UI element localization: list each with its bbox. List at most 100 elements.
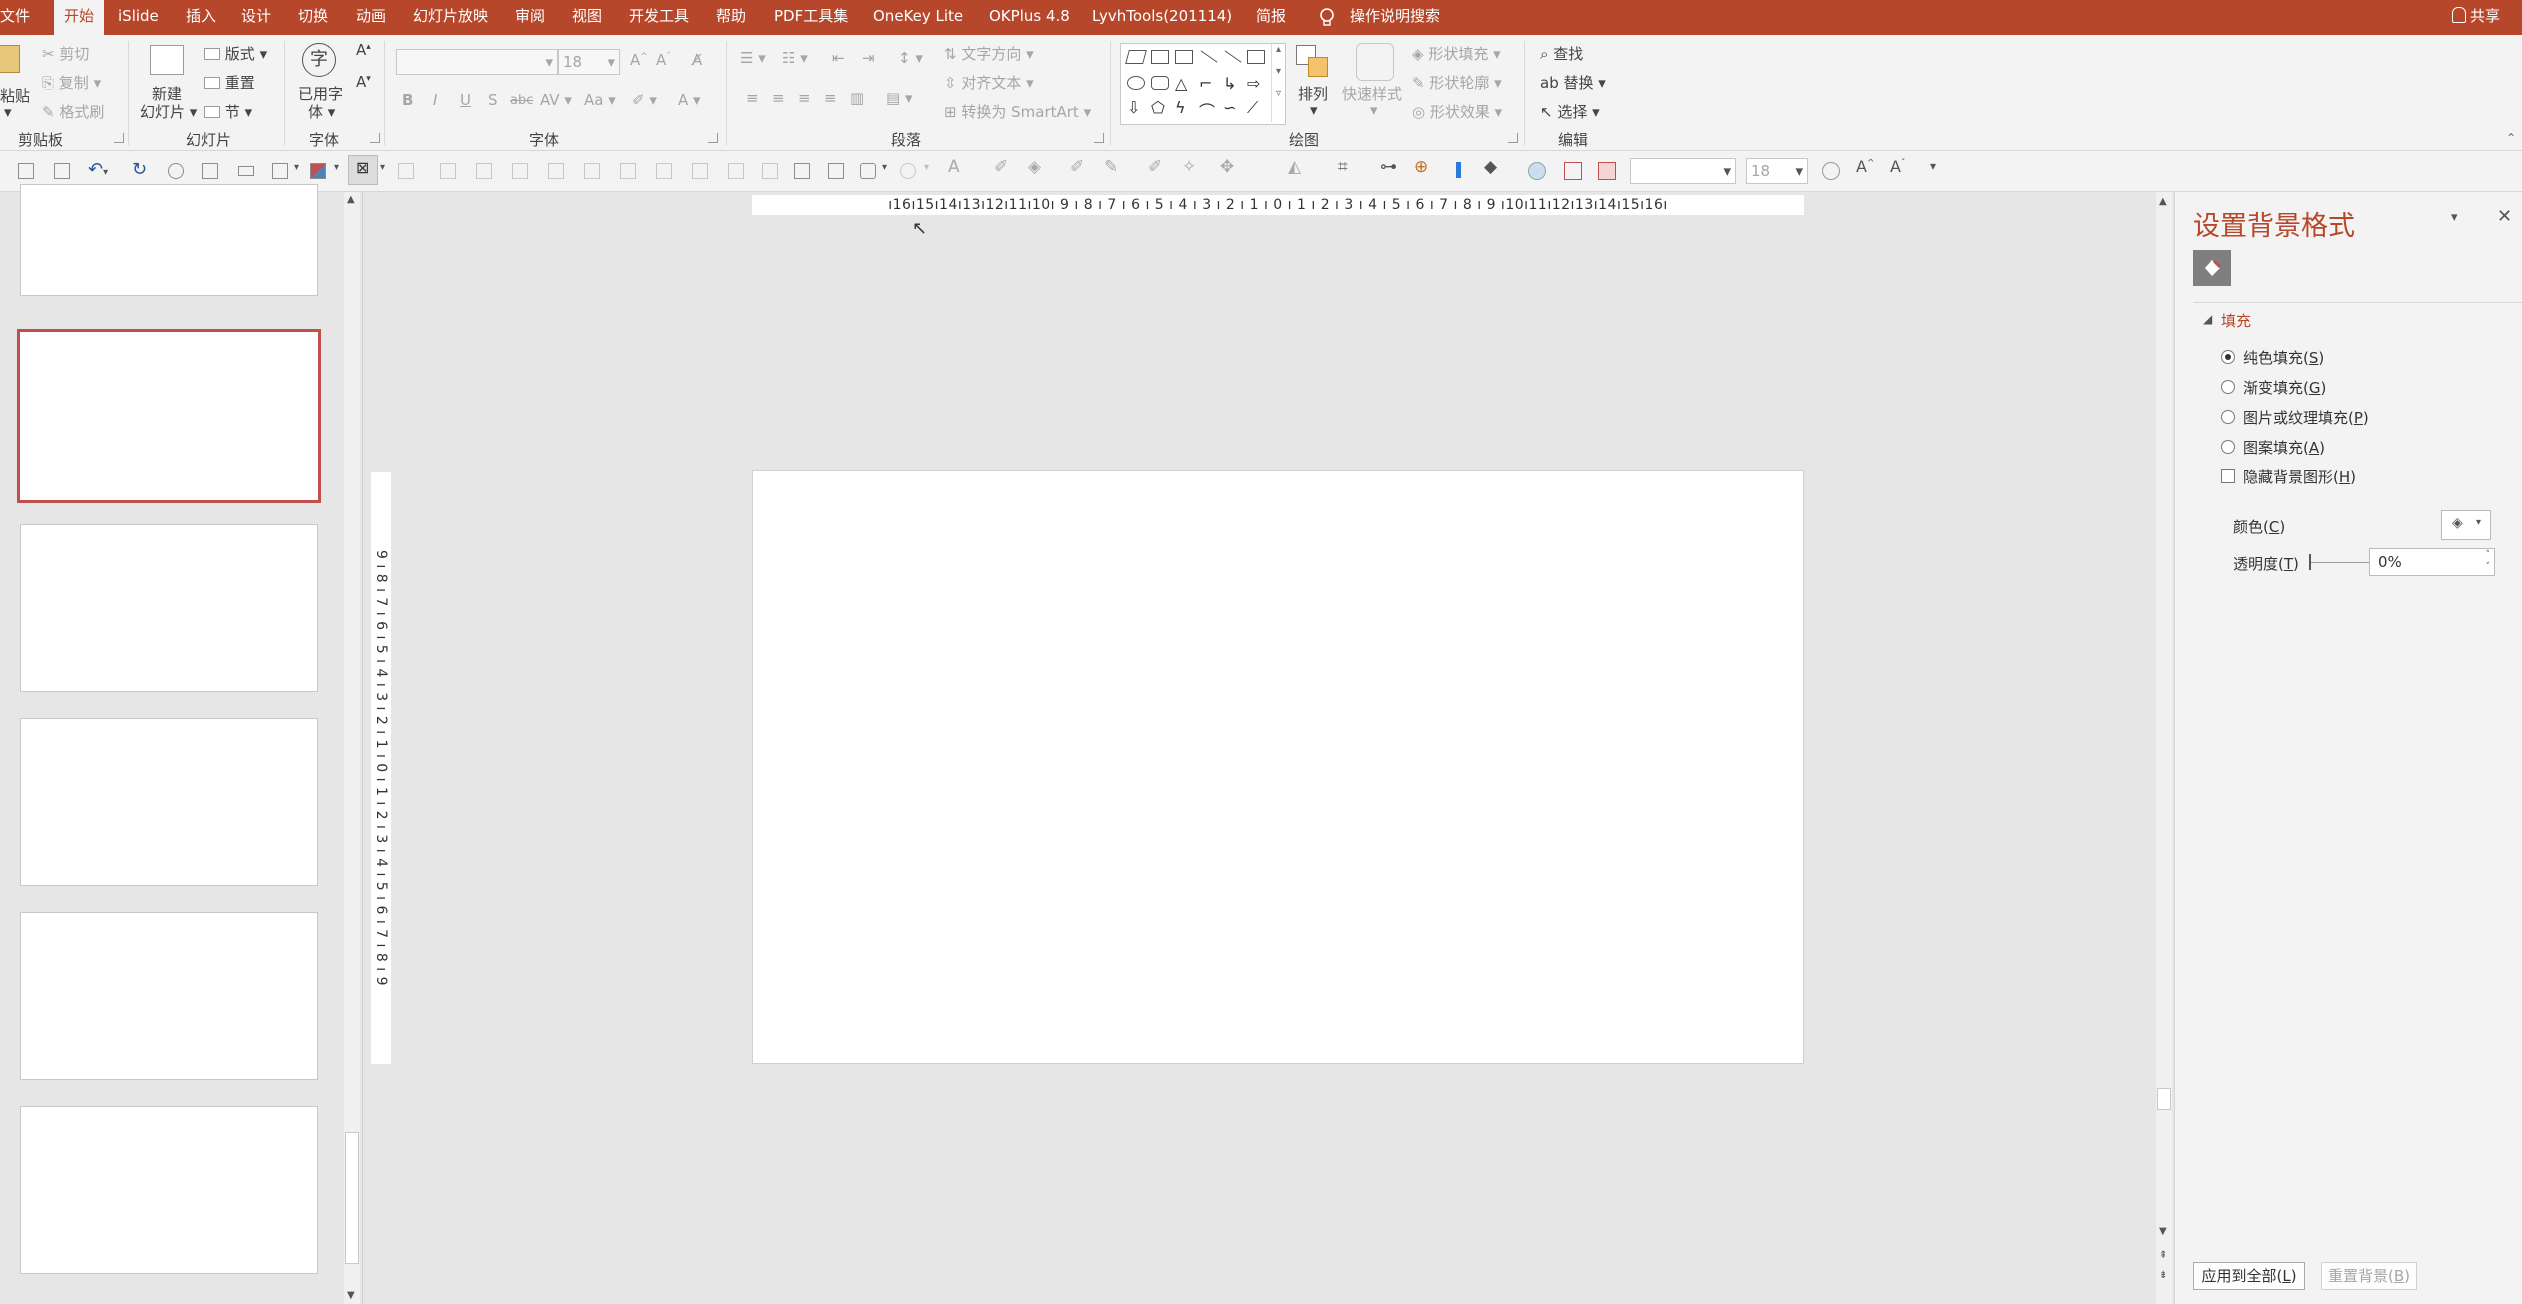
hide-background-graphics-checkbox[interactable] <box>2221 469 2235 483</box>
used-fonts-dropdown[interactable]: 体 ▾ <box>308 101 335 122</box>
qat-font-size-combo[interactable]: 18 ▾ <box>1746 158 1808 184</box>
elbow-arrow-icon[interactable]: ↳ <box>1223 74 1236 93</box>
slide-thumbnail[interactable] <box>20 184 318 296</box>
slide-thumbnail[interactable] <box>20 1106 318 1274</box>
strikethrough-button[interactable]: abc <box>510 93 533 108</box>
gradient-fill-radio[interactable] <box>2221 380 2235 394</box>
hide-background-graphics-label[interactable]: 隐藏背景图形(H) <box>2243 466 2356 487</box>
align-bottom-icon[interactable] <box>584 163 600 179</box>
chevron-down-icon[interactable]: ▾ <box>924 162 929 173</box>
group-objects-icon[interactable] <box>440 163 456 179</box>
font-launcher-icon[interactable] <box>708 133 718 143</box>
paragraph-launcher-icon[interactable] <box>1094 133 1104 143</box>
canvas-scrollbar[interactable]: ▲ ▼ ⇞ ⇟ <box>2156 192 2172 1304</box>
distribute-horizontal-icon[interactable] <box>728 163 744 179</box>
eyedropper-outline-icon[interactable]: ✐ <box>1148 157 1162 177</box>
grow-font-icon[interactable]: A▴ <box>356 41 371 59</box>
eyedropper-line-icon[interactable]: ✐ <box>1070 157 1084 177</box>
triangle-shape-icon[interactable]: △ <box>1175 74 1187 93</box>
tab-help[interactable]: 帮助 <box>716 0 746 35</box>
bold-button[interactable]: B <box>402 91 413 109</box>
arc-shape-icon[interactable]: ⌒ <box>1199 98 1215 122</box>
replace-button[interactable]: ab 替换 ▾ <box>1540 72 1606 93</box>
crop-icon[interactable]: ⌗ <box>1338 157 1348 177</box>
ungroup-icon[interactable] <box>476 163 492 179</box>
rounded-rectangle-shape-icon[interactable] <box>1151 76 1169 90</box>
lightning-shape-icon[interactable]: ϟ <box>1175 98 1186 117</box>
format-painter-button[interactable]: ✎ 格式刷 <box>42 101 104 122</box>
scrollbar-thumb[interactable] <box>2157 1088 2171 1110</box>
increase-indent-icon[interactable]: ⇥ <box>862 49 875 67</box>
shrink-font-qat-icon[interactable]: Aˇ <box>1890 157 1905 176</box>
fill-bucket-icon[interactable]: ◈ <box>1028 157 1041 177</box>
freeform-shape-icon[interactable]: ⟋ <box>1247 98 1258 118</box>
tab-animations[interactable]: 动画 <box>356 0 386 35</box>
drawing-launcher-icon[interactable] <box>1508 133 1518 143</box>
decrease-font-size-icon[interactable]: Aˇ <box>656 51 671 69</box>
chevron-down-icon[interactable]: ▾ <box>380 162 385 173</box>
tab-pdf-tools[interactable]: PDF工具集 <box>774 0 848 35</box>
reset-button[interactable]: 重置 <box>204 72 255 93</box>
transparency-input[interactable]: 0% ˄ ˅ <box>2369 548 2495 576</box>
solid-fill-radio[interactable] <box>2221 350 2235 364</box>
clipboard-launcher-icon[interactable] <box>114 133 124 143</box>
shape-effects-button[interactable]: ◎ 形状效果 ▾ <box>1412 101 1502 122</box>
grow-font-qat-icon[interactable]: A^ <box>1856 157 1875 176</box>
textbox-shape-icon[interactable] <box>1151 50 1169 64</box>
elbow-connector-icon[interactable]: ⌐ <box>1199 74 1212 93</box>
clear-format-icon[interactable]: ⊠ <box>348 155 378 185</box>
gallery-scroll[interactable]: ▴ ▾ ▿ <box>1271 44 1285 122</box>
align-left-objects-icon[interactable] <box>620 163 636 179</box>
convert-smartart-button[interactable]: ⊞ 转换为 SmartArt ▾ <box>944 101 1091 122</box>
font-name-combo[interactable]: ▾ <box>396 49 558 75</box>
tab-design[interactable]: 设计 <box>241 0 271 35</box>
text-direction-button[interactable]: ⇅ 文字方向 ▾ <box>944 43 1034 64</box>
slide-thumbnail[interactable] <box>20 718 318 886</box>
find-button[interactable]: ⌕ 查找 <box>1540 43 1583 64</box>
color-icon[interactable] <box>310 163 326 179</box>
layout-button[interactable]: 版式 ▾ <box>204 43 267 64</box>
solid-fill-label[interactable]: 纯色填充(S) <box>2243 347 2324 368</box>
spinner-icon[interactable]: ˄ ˅ <box>2486 549 2491 573</box>
change-case-button[interactable]: Aa ▾ <box>584 91 616 109</box>
save-as-icon[interactable] <box>54 163 70 179</box>
tab-developer[interactable]: 开发工具 <box>629 0 689 35</box>
increase-font-size-icon[interactable]: A^ <box>630 51 648 69</box>
shape-outline-button[interactable]: ✎ 形状轮廓 ▾ <box>1412 72 1502 93</box>
tab-islide[interactable]: iSlide <box>118 0 159 35</box>
customize-qat-icon[interactable]: ▾ <box>1930 159 1936 173</box>
pattern-fill-label[interactable]: 图案填充(A) <box>2243 437 2325 458</box>
vertical-textbox-icon[interactable] <box>1175 50 1193 64</box>
collapse-ribbon-icon[interactable]: ⌃ <box>2506 131 2516 145</box>
merge-shapes-icon[interactable] <box>900 163 916 179</box>
character-spacing-button[interactable]: AV ▾ <box>540 91 572 109</box>
tab-review[interactable]: 审阅 <box>515 0 545 35</box>
paste-dropdown-icon[interactable]: ▾ <box>4 103 12 121</box>
align-objects-icon[interactable] <box>398 163 414 179</box>
tab-transitions[interactable]: 切换 <box>298 0 328 35</box>
align-right-icon[interactable]: ≡ <box>798 89 811 107</box>
scroll-up-icon[interactable]: ▲ <box>2159 196 2167 207</box>
rectangle-shape-icon[interactable] <box>1247 50 1265 64</box>
chevron-down-icon[interactable]: ▾ <box>334 162 339 173</box>
slide-thumbnail[interactable] <box>20 912 318 1080</box>
expand-triangle-icon[interactable]: ◢ <box>2203 312 2212 326</box>
slide-thumbnail-selected[interactable] <box>17 329 321 503</box>
close-icon[interactable]: ✕ <box>2497 206 2512 227</box>
right-arrow-shape-icon[interactable]: ⇨ <box>1247 74 1260 93</box>
italic-button[interactable]: I <box>433 91 437 109</box>
insert-picture-icon[interactable] <box>828 163 844 179</box>
distribute-vertical-icon[interactable] <box>762 163 778 179</box>
section-button[interactable]: 节 ▾ <box>204 101 252 122</box>
fill-tab-paint-bucket-icon[interactable] <box>2193 250 2231 286</box>
pattern-fill-radio[interactable] <box>2221 440 2235 454</box>
shape-outline-icon[interactable] <box>1822 162 1840 180</box>
highlight-icon[interactable]: ✐ ▾ <box>632 91 657 109</box>
numbering-icon[interactable]: ☷ ▾ <box>782 49 808 67</box>
tab-home[interactable]: 开始 <box>54 0 105 35</box>
tab-file[interactable]: 文件 <box>0 0 30 35</box>
text-fill-icon[interactable]: A <box>948 157 960 177</box>
color-bar-icon[interactable] <box>1456 162 1461 178</box>
shape-fill-button[interactable]: ◈ 形状填充 ▾ <box>1412 43 1501 64</box>
reset-background-button[interactable]: 重置背景(B) <box>2321 1262 2417 1290</box>
